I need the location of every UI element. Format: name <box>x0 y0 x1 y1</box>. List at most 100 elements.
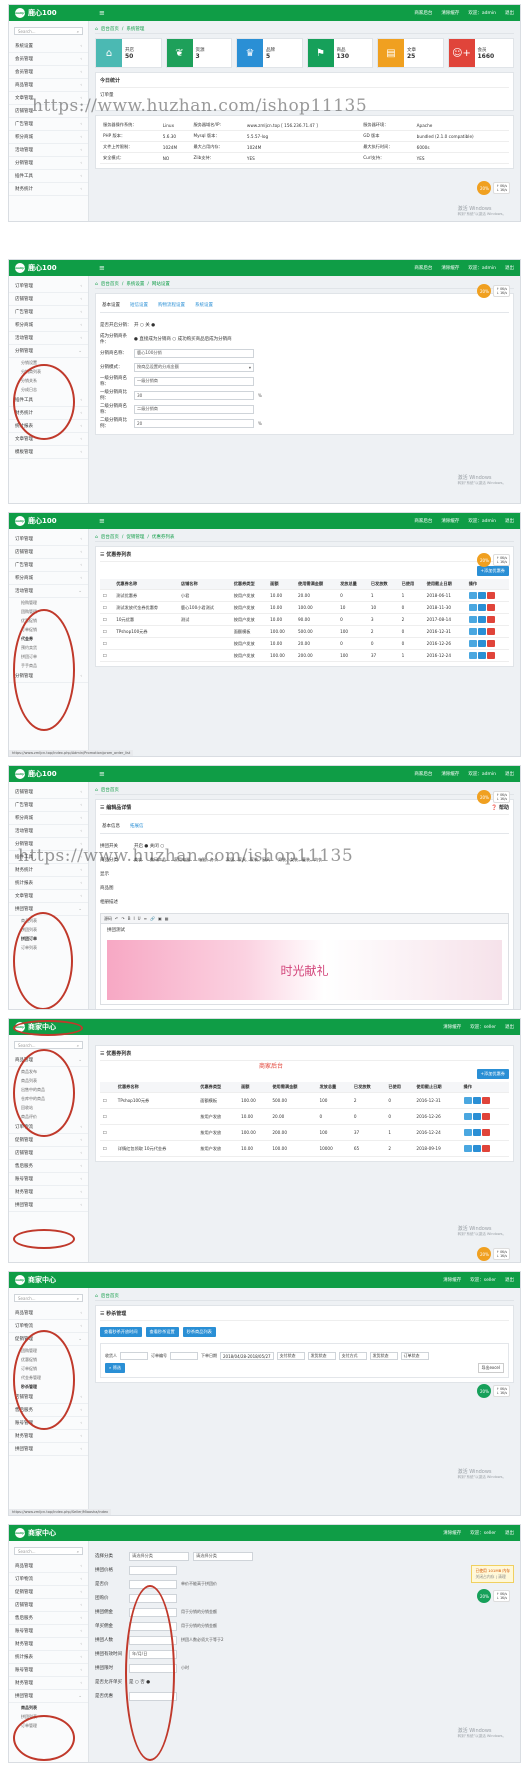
row-checkbox[interactable]: ☐ <box>100 1124 115 1141</box>
network-speed-widget[interactable]: 20% ↑ 0K/s ↓ 1K/s <box>477 284 510 298</box>
edit-button[interactable] <box>472 1145 481 1152</box>
sidebar-search-input[interactable]: Search... ⌕ <box>14 1294 83 1302</box>
sidebar-item[interactable]: 账号管理 ‹ <box>9 1173 88 1186</box>
view-button[interactable] <box>468 592 477 599</box>
sidebar-item[interactable]: 商品管理 ‹ <box>9 1307 88 1320</box>
sidebar-item[interactable]: 广告管理 ‹ <box>9 118 88 131</box>
delete-button[interactable] <box>486 628 495 635</box>
welcome-user[interactable]: 欢迎：admin <box>468 10 496 16</box>
edit-button[interactable] <box>477 616 486 623</box>
sidebar-item[interactable]: 活动管理 ‹ <box>9 332 88 345</box>
add-coupon-button[interactable]: +添加优惠券 <box>476 566 509 576</box>
pay-method-select[interactable]: 支付方式 <box>338 1352 367 1360</box>
stat-card[interactable]: ⌂ 开店 50 <box>95 38 162 68</box>
level2-name-input[interactable]: 二级分销商 <box>134 404 254 414</box>
sidebar-item[interactable]: 财务管理 ‹ <box>9 1186 88 1199</box>
edit-button[interactable] <box>477 652 486 659</box>
align-left-icon[interactable]: ≡ <box>144 916 147 921</box>
consignee-input[interactable] <box>120 1352 148 1360</box>
logout-link[interactable]: 退出 <box>505 10 514 16</box>
row-checkbox[interactable]: ☐ <box>100 625 114 638</box>
sidebar-item[interactable]: 店铺管理 ‹ <box>9 546 88 559</box>
sidebar-item[interactable]: 分销管理 ‹ <box>9 157 88 170</box>
sidebar-item[interactable]: 广告管理 ‹ <box>9 306 88 319</box>
sidebar-item[interactable]: 拼团管理 ‹ <box>9 1199 88 1212</box>
flash-time-button[interactable]: 查看秒杀开放时间 <box>100 1327 142 1337</box>
network-speed-widget[interactable]: 20% ↑ 0K/s ↓ 1K/s <box>477 553 510 567</box>
edit-button[interactable] <box>477 628 486 635</box>
sidebar-item[interactable]: 模板管理 ‹ <box>9 446 88 459</box>
view-button[interactable] <box>468 652 477 659</box>
delete-button[interactable] <box>481 1113 490 1120</box>
sidebar-item[interactable]: 店铺管理 ‹ <box>9 293 88 306</box>
sidebar-item[interactable]: 会员管理 ‹ <box>9 66 88 79</box>
sidebar-item[interactable]: 账号管理 ‹ <box>9 1664 88 1677</box>
delete-button[interactable] <box>481 1129 490 1136</box>
sidebar-item[interactable]: 财务管理 ‹ <box>9 1677 88 1690</box>
network-speed-widget[interactable]: 20% ↑ 0K/s ↓ 1K/s <box>477 1247 510 1261</box>
sidebar-item[interactable]: 文章管理 ‹ <box>9 890 88 903</box>
menu-toggle-icon[interactable]: ≡ <box>99 517 105 525</box>
sidebar-item[interactable]: 财务管理 ‹ <box>9 1430 88 1443</box>
sidebar-item[interactable]: 店铺管理 ‹ <box>9 786 88 799</box>
sidebar-search-input[interactable]: Search... ⌕ <box>14 1547 83 1555</box>
tab-shopping[interactable]: 购物流程设置 <box>158 302 185 308</box>
clear-cache-link[interactable]: 清除缓存 <box>441 10 459 16</box>
sidebar-search-input[interactable]: Search... ⌕ <box>14 1041 83 1049</box>
logo[interactable]: zmlijr 商家中心 <box>15 1528 95 1538</box>
row-checkbox[interactable]: ☐ <box>100 1108 115 1125</box>
logo[interactable]: zmlijr 鹿心100 <box>15 769 95 779</box>
sidebar-item[interactable]: 积分商城 ‹ <box>9 319 88 332</box>
image-icon[interactable]: ▣ <box>158 916 162 921</box>
logo[interactable]: zmlijr 鹿心100 <box>15 263 95 273</box>
view-button[interactable] <box>468 640 477 647</box>
sidebar-item[interactable]: 财务管理 ‹ <box>9 1638 88 1651</box>
sidebar-item[interactable]: 财务统计 ‹ <box>9 183 88 196</box>
sidebar-search-input[interactable]: Search... ⌕ <box>14 27 83 35</box>
stat-card[interactable]: ⚑ 商品 130 <box>306 38 373 68</box>
tab-sms[interactable]: 短信设置 <box>130 302 148 308</box>
view-button[interactable] <box>463 1145 472 1152</box>
sidebar-item[interactable]: 会员管理 ‹ <box>9 53 88 66</box>
distributor-name-input[interactable]: 鹿心100分销 <box>134 348 254 358</box>
stat-card[interactable]: ♛ 品牌 5 <box>236 38 303 68</box>
group-price-input[interactable] <box>129 1565 177 1575</box>
row-checkbox[interactable]: ☐ <box>100 1140 115 1157</box>
redo-icon[interactable]: ↷ <box>121 916 124 921</box>
distributor-condition-radio[interactable]: ● 直接成为分销商 ○ 成功购买商品后成为分销商 <box>134 336 232 342</box>
sidebar-item[interactable]: 商品管理 ‹ <box>9 79 88 92</box>
delete-button[interactable] <box>481 1097 490 1104</box>
edit-button[interactable] <box>477 592 486 599</box>
sidebar-item[interactable]: 系统设置 ‹ <box>9 40 88 53</box>
level1-rate-input[interactable]: 30 <box>134 390 254 400</box>
italic-icon[interactable]: I <box>133 916 134 921</box>
sidebar-item[interactable]: 积分商城 ‹ <box>9 131 88 144</box>
logo[interactable]: zmlijr 商家中心 <box>15 1275 95 1285</box>
delete-button[interactable] <box>481 1145 490 1152</box>
sidebar-item[interactable]: 插件工具 ‹ <box>9 170 88 183</box>
flash-products-button[interactable]: 秒杀商品列表 <box>182 1327 216 1337</box>
sidebar-item[interactable]: 订单物流 ‹ <box>9 1573 88 1586</box>
network-speed-widget[interactable]: 20% ↑ 0K/s ↓ 1K/s <box>477 790 510 804</box>
delivery-status-select[interactable]: 发货状态 <box>369 1352 398 1360</box>
sidebar-item[interactable]: 广告管理 ‹ <box>9 799 88 812</box>
sidebar-item[interactable]: 广告管理 ‹ <box>9 559 88 572</box>
delete-button[interactable] <box>486 640 495 647</box>
edit-button[interactable] <box>477 604 486 611</box>
sidebar-item[interactable]: 售后服务 ‹ <box>9 1612 88 1625</box>
view-button[interactable] <box>463 1097 472 1104</box>
tab-extended[interactable]: 拓展信 <box>130 823 144 829</box>
menu-toggle-icon[interactable]: ≡ <box>99 770 105 778</box>
edit-button[interactable] <box>472 1113 481 1120</box>
logo[interactable]: zmlijr 鹿心100 <box>15 8 95 18</box>
distribution-mode-select[interactable]: 按商品设置的分成金额 ▾ <box>134 362 254 372</box>
delete-button[interactable] <box>486 592 495 599</box>
sidebar-item[interactable]: 店铺管理 ‹ <box>9 1599 88 1612</box>
pay-status-select[interactable]: 支付状态 <box>276 1352 305 1360</box>
help-link[interactable]: ❓ 帮助 <box>491 804 509 811</box>
memory-alert[interactable]: 已使用 101MB 内存 关闭占内存 | 清理 <box>471 1565 514 1583</box>
stat-card[interactable]: ☺+ 会员 1660 <box>447 38 514 68</box>
view-button[interactable] <box>468 604 477 611</box>
sidebar-item[interactable]: 促销管理 ‹ <box>9 1586 88 1599</box>
flash-settings-button[interactable]: 查看秒杀设置 <box>145 1327 179 1337</box>
